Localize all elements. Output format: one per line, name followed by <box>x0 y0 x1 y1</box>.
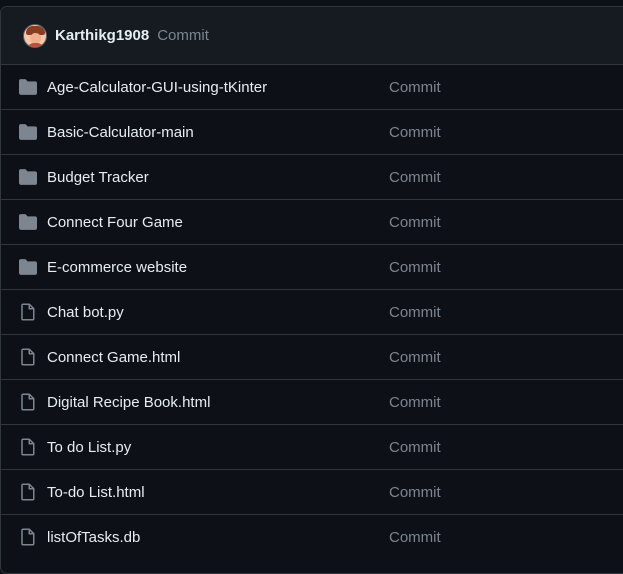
folder-icon <box>19 213 37 231</box>
commit-message-link[interactable]: Commit <box>389 484 441 501</box>
file-row[interactable]: E-commerce website Commit <box>1 245 623 290</box>
folder-icon <box>19 123 37 141</box>
file-icon <box>19 528 37 546</box>
commit-message-link[interactable]: Commit <box>389 214 441 231</box>
file-icon <box>19 483 37 501</box>
folder-link[interactable]: Age-Calculator-GUI-using-tKinter <box>47 79 267 96</box>
file-list-panel: Karthikg1908 Commit Age-Calculator-GUI-u… <box>0 6 623 574</box>
folder-link[interactable]: E-commerce website <box>47 259 187 276</box>
folder-icon <box>19 258 37 276</box>
commit-message-link[interactable]: Commit <box>389 349 441 366</box>
file-row[interactable]: listOfTasks.db Commit <box>1 515 623 560</box>
file-icon <box>19 393 37 411</box>
latest-commit-message[interactable]: Commit <box>157 27 209 44</box>
commit-message-link[interactable]: Commit <box>389 394 441 411</box>
commit-message-link[interactable]: Commit <box>389 304 441 321</box>
file-row[interactable]: Basic-Calculator-main Commit <box>1 110 623 155</box>
folder-icon <box>19 168 37 186</box>
folder-link[interactable]: Connect Four Game <box>47 214 183 231</box>
file-link[interactable]: To-do List.html <box>47 484 145 501</box>
file-link[interactable]: listOfTasks.db <box>47 529 140 546</box>
commit-message-link[interactable]: Commit <box>389 529 441 546</box>
file-row[interactable]: To do List.py Commit <box>1 425 623 470</box>
file-row[interactable]: To-do List.html Commit <box>1 470 623 515</box>
latest-commit-header: Karthikg1908 Commit <box>1 7 623 65</box>
folder-link[interactable]: Budget Tracker <box>47 169 149 186</box>
file-row[interactable]: Budget Tracker Commit <box>1 155 623 200</box>
folder-icon <box>19 78 37 96</box>
commit-message-link[interactable]: Commit <box>389 439 441 456</box>
commit-message-link[interactable]: Commit <box>389 259 441 276</box>
file-row[interactable]: Connect Game.html Commit <box>1 335 623 380</box>
commit-message-link[interactable]: Commit <box>389 169 441 186</box>
file-row[interactable]: Connect Four Game Commit <box>1 200 623 245</box>
file-row[interactable]: Age-Calculator-GUI-using-tKinter Commit <box>1 65 623 110</box>
folder-link[interactable]: Basic-Calculator-main <box>47 124 194 141</box>
commit-author-link[interactable]: Karthikg1908 <box>55 27 149 44</box>
file-rows: Age-Calculator-GUI-using-tKinter Commit Ba… <box>1 65 623 560</box>
file-icon <box>19 438 37 456</box>
file-link[interactable]: Digital Recipe Book.html <box>47 394 210 411</box>
file-row[interactable]: Digital Recipe Book.html Commit <box>1 380 623 425</box>
file-link[interactable]: To do List.py <box>47 439 131 456</box>
user-avatar[interactable] <box>23 23 47 48</box>
file-icon <box>19 348 37 366</box>
file-link[interactable]: Connect Game.html <box>47 349 180 366</box>
commit-message-link[interactable]: Commit <box>389 124 441 141</box>
file-link[interactable]: Chat bot.py <box>47 304 124 321</box>
commit-message-link[interactable]: Commit <box>389 79 441 96</box>
file-icon <box>19 303 37 321</box>
file-row[interactable]: Chat bot.py Commit <box>1 290 623 335</box>
